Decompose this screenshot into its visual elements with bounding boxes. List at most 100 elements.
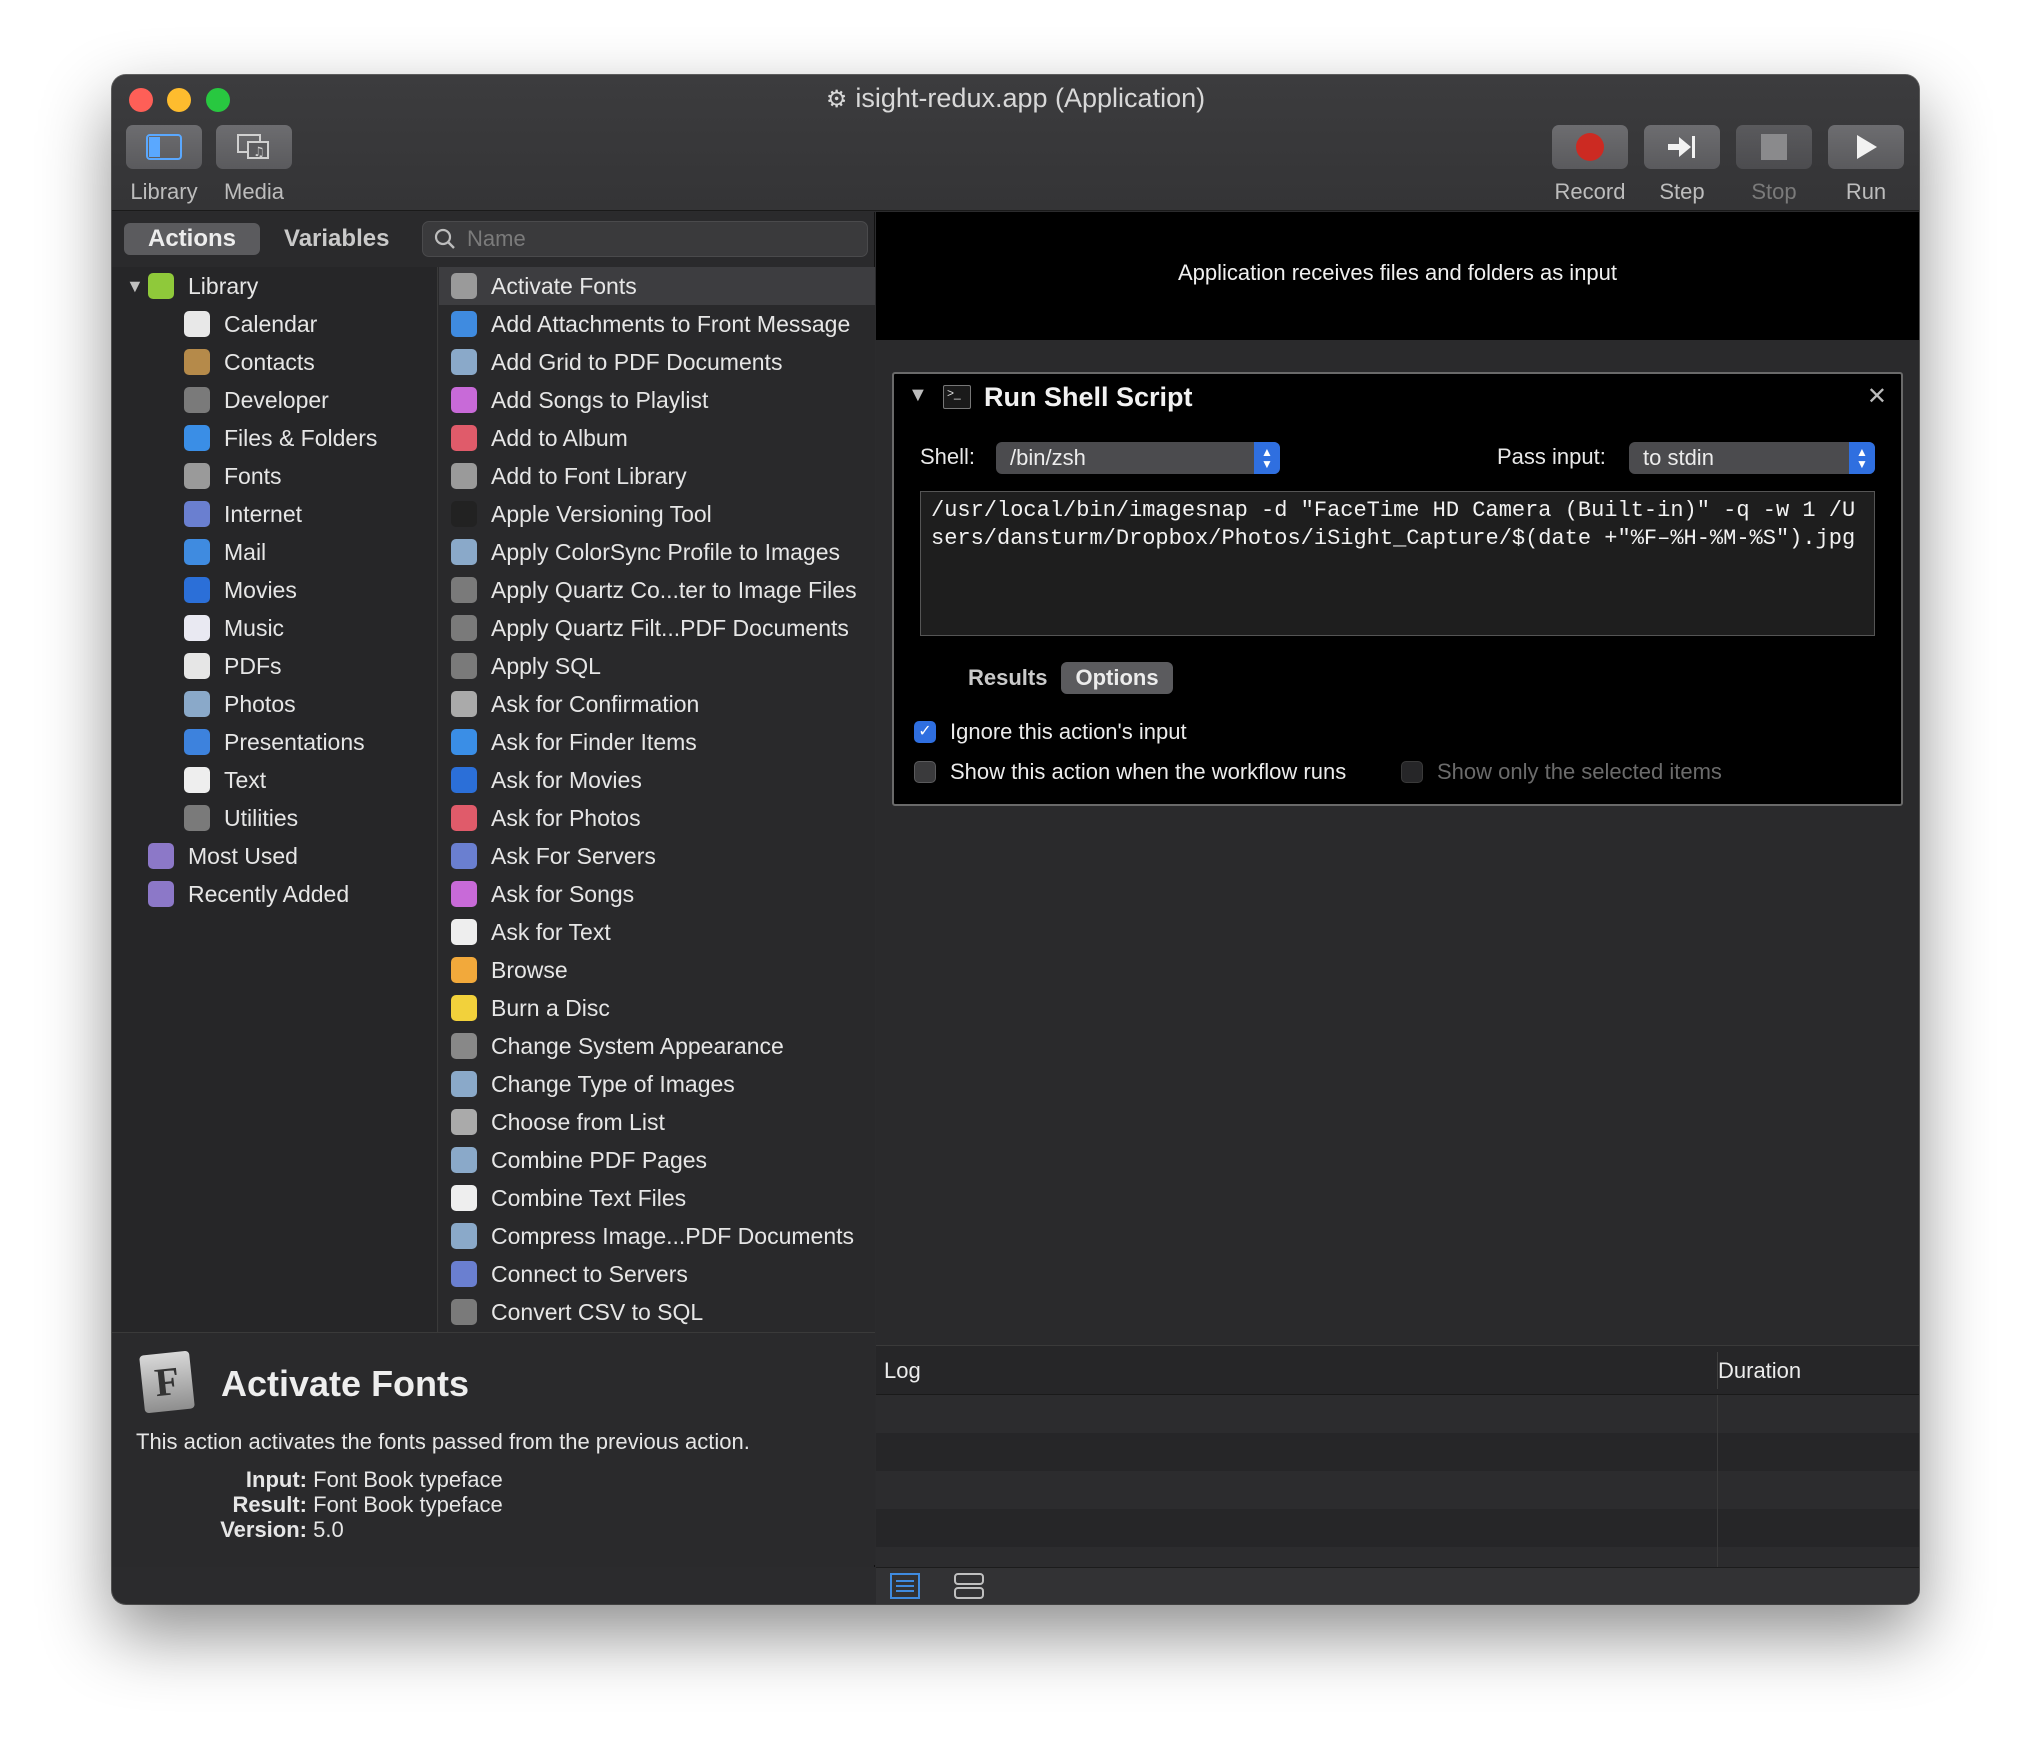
step-button[interactable]: Step xyxy=(1644,125,1720,205)
variables-view-icon[interactable] xyxy=(954,1573,984,1604)
action-item-change-type-of-images[interactable]: Change Type of Images xyxy=(439,1065,875,1103)
category-music[interactable]: Music xyxy=(112,609,437,647)
run-shell-script-action[interactable]: ▼ >_ Run Shell Script ✕ Shell: /bin/zsh … xyxy=(892,372,1903,806)
action-item-add-songs-to-playlist[interactable]: Add Songs to Playlist xyxy=(439,381,875,419)
log-column-header[interactable]: Log xyxy=(884,1358,921,1384)
action-item-apple-versioning-tool[interactable]: Apple Versioning Tool xyxy=(439,495,875,533)
developer-icon xyxy=(451,1299,477,1325)
library-toolbar-button[interactable]: Library xyxy=(126,125,202,205)
action-item-ask-for-photos[interactable]: Ask for Photos xyxy=(439,799,875,837)
action-label: Apply Quartz Filt...PDF Documents xyxy=(491,614,849,641)
disclosure-triangle-icon[interactable]: ▼ xyxy=(126,276,148,297)
automator-window: ⚙ isight-redux.app (Application) Library … xyxy=(112,75,1919,1604)
mail-icon xyxy=(451,311,477,337)
record-button[interactable]: Record xyxy=(1552,125,1628,205)
show-action-option[interactable]: Show this action when the workflow runs xyxy=(914,759,1346,785)
category-presentations[interactable]: Presentations xyxy=(112,723,437,761)
action-item-compress-image-pdf-documents[interactable]: Compress Image...PDF Documents xyxy=(439,1217,875,1255)
category-developer[interactable]: Developer xyxy=(112,381,437,419)
show-selected-checkbox[interactable] xyxy=(1401,761,1423,783)
category-label: Files & Folders xyxy=(224,424,378,451)
action-item-apply-quartz-filt-pdf-documents[interactable]: Apply Quartz Filt...PDF Documents xyxy=(439,609,875,647)
tab-variables[interactable]: Variables xyxy=(260,223,413,255)
results-options-tabs: Results Options xyxy=(954,662,1173,694)
ignore-input-option[interactable]: ✓ Ignore this action's input xyxy=(914,719,1187,745)
action-item-add-attachments-to-front-message[interactable]: Add Attachments to Front Message xyxy=(439,305,875,343)
list-view-icon[interactable] xyxy=(890,1573,920,1604)
action-item-ask-for-text[interactable]: Ask for Text xyxy=(439,913,875,951)
category-label: Movies xyxy=(224,576,297,603)
detail-version: Version: 5.0 xyxy=(220,1517,344,1542)
mail-icon xyxy=(184,539,210,565)
tab-results[interactable]: Results xyxy=(954,662,1061,694)
category-photos[interactable]: Photos xyxy=(112,685,437,723)
shell-popup[interactable]: /bin/zsh ▲ ▼ xyxy=(996,442,1280,474)
run-button[interactable]: Run xyxy=(1828,125,1904,205)
record-icon xyxy=(1552,125,1628,169)
automator-icon xyxy=(451,691,477,717)
action-item-convert-csv-to-sql[interactable]: Convert CSV to SQL xyxy=(439,1293,875,1331)
preview-icon xyxy=(451,1223,477,1249)
burn-icon xyxy=(451,995,477,1021)
category-contacts[interactable]: Contacts xyxy=(112,343,437,381)
action-item-add-grid-to-pdf-documents[interactable]: Add Grid to PDF Documents xyxy=(439,343,875,381)
action-label: Combine PDF Pages xyxy=(491,1146,708,1173)
action-item-ask-for-movies[interactable]: Ask for Movies xyxy=(439,761,875,799)
ignore-input-checkbox[interactable]: ✓ xyxy=(914,721,936,743)
collapse-triangle-icon[interactable]: ▼ xyxy=(908,384,928,407)
category-calendar[interactable]: Calendar xyxy=(112,305,437,343)
smart-folder-icon xyxy=(148,843,174,869)
window-title: ⚙ isight-redux.app (Application) xyxy=(825,83,1206,113)
action-item-choose-from-list[interactable]: Choose from List xyxy=(439,1103,875,1141)
category-most-used[interactable]: Most Used xyxy=(112,837,437,875)
search-field[interactable] xyxy=(422,221,868,257)
action-item-activate-fonts[interactable]: Activate Fonts xyxy=(439,267,875,305)
search-input[interactable] xyxy=(467,225,857,253)
category-text[interactable]: Text xyxy=(112,761,437,799)
action-item-add-to-album[interactable]: Add to Album xyxy=(439,419,875,457)
action-item-apply-quartz-co-ter-to-image-files[interactable]: Apply Quartz Co...ter to Image Files xyxy=(439,571,875,609)
script-editor[interactable]: /usr/local/bin/imagesnap -d "FaceTime HD… xyxy=(920,491,1875,636)
category-recently-added[interactable]: Recently Added xyxy=(112,875,437,913)
tab-options[interactable]: Options xyxy=(1061,662,1173,694)
play-icon xyxy=(1828,125,1904,169)
pass-input-popup[interactable]: to stdin ▲ ▼ xyxy=(1629,442,1875,474)
action-item-ask-for-servers[interactable]: Ask For Servers xyxy=(439,837,875,875)
pass-input-label: Pass input: xyxy=(1497,444,1606,469)
category-label: Recently Added xyxy=(188,880,350,907)
action-item-browse[interactable]: Browse xyxy=(439,951,875,989)
close-icon[interactable]: ✕ xyxy=(1867,382,1887,411)
action-item-combine-text-files[interactable]: Combine Text Files xyxy=(439,1179,875,1217)
action-item-combine-pdf-pages[interactable]: Combine PDF Pages xyxy=(439,1141,875,1179)
category-pdfs[interactable]: PDFs xyxy=(112,647,437,685)
action-item-burn-a-disc[interactable]: Burn a Disc xyxy=(439,989,875,1027)
category-label: Most Used xyxy=(188,842,298,869)
duration-column-header[interactable]: Duration xyxy=(1718,1358,1801,1384)
category-internet[interactable]: Internet xyxy=(112,495,437,533)
action-item-connect-to-servers[interactable]: Connect to Servers xyxy=(439,1255,875,1293)
presentations-icon xyxy=(184,729,210,755)
action-item-change-system-appearance[interactable]: Change System Appearance xyxy=(439,1027,875,1065)
tab-actions[interactable]: Actions xyxy=(124,223,261,255)
action-item-add-to-font-library[interactable]: Add to Font Library xyxy=(439,457,875,495)
category-files-folders[interactable]: Files & Folders xyxy=(112,419,437,457)
action-item-apply-sql[interactable]: Apply SQL xyxy=(439,647,875,685)
action-item-ask-for-songs[interactable]: Ask for Songs xyxy=(439,875,875,913)
action-label: Add to Album xyxy=(491,424,628,451)
media-icon: ♫ xyxy=(216,125,292,169)
category-library[interactable]: ▼ Library xyxy=(112,267,437,305)
detail-result: Result: Font Book typeface xyxy=(232,1492,503,1517)
action-item-apply-colorsync-profile-to-images[interactable]: Apply ColorSync Profile to Images xyxy=(439,533,875,571)
action-item-ask-for-confirmation[interactable]: Ask for Confirmation xyxy=(439,685,875,723)
category-fonts[interactable]: Fonts xyxy=(112,457,437,495)
action-label: Apply SQL xyxy=(491,652,601,679)
stop-button[interactable]: Stop xyxy=(1736,125,1812,205)
category-utilities[interactable]: Utilities xyxy=(112,799,437,837)
show-action-checkbox[interactable] xyxy=(914,761,936,783)
media-toolbar-button[interactable]: ♫ Media xyxy=(216,125,292,205)
category-mail[interactable]: Mail xyxy=(112,533,437,571)
show-selected-option[interactable]: Show only the selected items xyxy=(1401,759,1722,785)
globe-icon xyxy=(451,843,477,869)
category-movies[interactable]: Movies xyxy=(112,571,437,609)
action-item-ask-for-finder-items[interactable]: Ask for Finder Items xyxy=(439,723,875,761)
